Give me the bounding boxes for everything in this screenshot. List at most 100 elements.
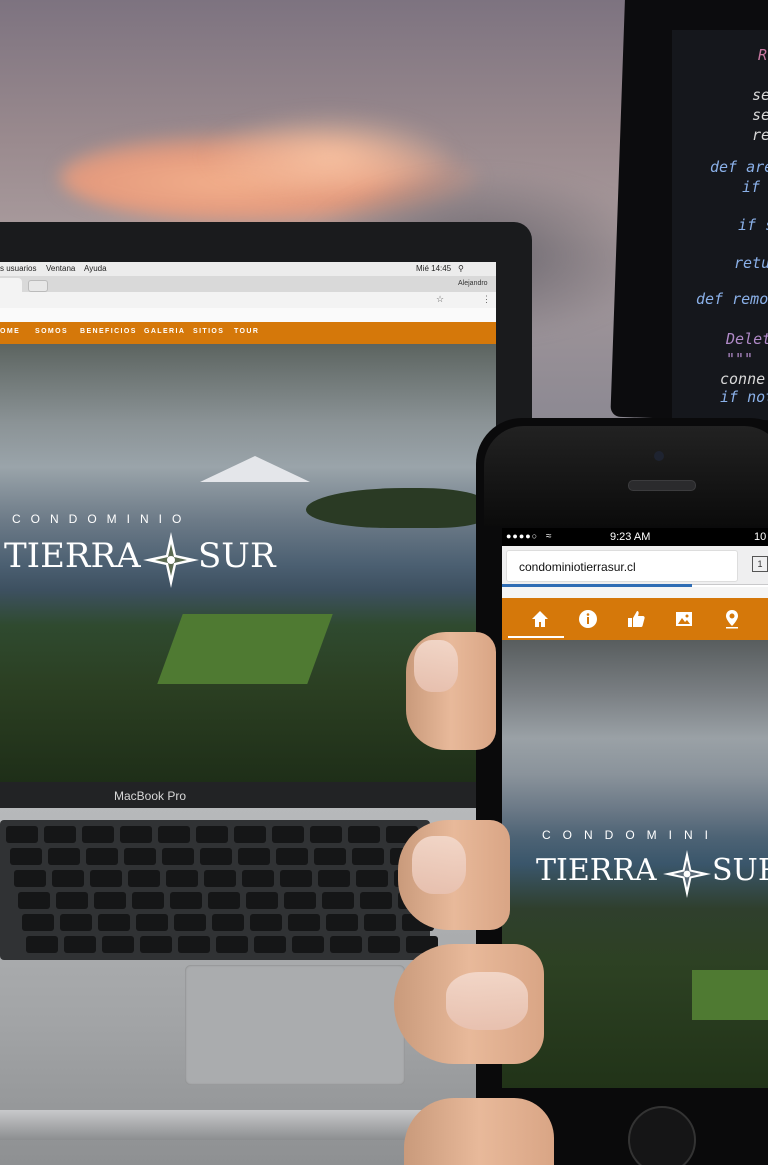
keyboard-key[interactable] bbox=[60, 914, 92, 931]
keyboard-key[interactable] bbox=[238, 848, 270, 865]
keyboard-key[interactable] bbox=[124, 848, 156, 865]
nav-sitios[interactable]: SITIOS bbox=[193, 328, 224, 335]
image-icon[interactable] bbox=[673, 608, 695, 630]
keyboard-key[interactable] bbox=[44, 826, 76, 843]
fingernail bbox=[412, 836, 466, 894]
keyboard-key[interactable] bbox=[284, 892, 316, 909]
keyboard-key[interactable] bbox=[128, 870, 160, 887]
info-icon[interactable] bbox=[577, 608, 599, 630]
finger-bottom bbox=[404, 1098, 554, 1165]
keyboard-key[interactable] bbox=[242, 870, 274, 887]
keyboard-key[interactable] bbox=[364, 914, 396, 931]
peninsula bbox=[306, 488, 486, 528]
keyboard-key[interactable] bbox=[318, 870, 350, 887]
nav-tour[interactable]: TOUR bbox=[234, 328, 259, 335]
search-icon[interactable]: ⚲ bbox=[458, 264, 464, 273]
keyboard-key[interactable] bbox=[132, 892, 164, 909]
keyboard-key[interactable] bbox=[140, 936, 172, 953]
keyboard-key[interactable] bbox=[56, 892, 88, 909]
keyboard-key[interactable] bbox=[310, 826, 342, 843]
keyboard-key[interactable] bbox=[136, 914, 168, 931]
keyboard-key[interactable] bbox=[234, 826, 266, 843]
nav-beneficios[interactable]: BENEFICIOS bbox=[80, 328, 137, 335]
thumbs-up-icon[interactable] bbox=[625, 608, 647, 630]
keyboard bbox=[0, 820, 438, 960]
status-time: 9:23 AM bbox=[610, 531, 651, 543]
keyboard-key[interactable] bbox=[216, 936, 248, 953]
phone-camera bbox=[654, 451, 664, 461]
keyboard-key[interactable] bbox=[18, 892, 50, 909]
keyboard-key[interactable] bbox=[98, 914, 130, 931]
new-tab-button[interactable] bbox=[28, 280, 48, 292]
menu-item[interactable]: Ventana bbox=[46, 264, 75, 273]
keyboard-key[interactable] bbox=[352, 848, 384, 865]
home-icon[interactable] bbox=[529, 608, 551, 630]
page-white-gap bbox=[0, 308, 496, 322]
keyboard-key[interactable] bbox=[292, 936, 324, 953]
keyboard-key[interactable] bbox=[254, 936, 286, 953]
keyboard-key[interactable] bbox=[10, 848, 42, 865]
location-pin-icon[interactable] bbox=[721, 608, 743, 630]
phone-top-bezel bbox=[484, 426, 768, 526]
keyboard-key[interactable] bbox=[212, 914, 244, 931]
keyboard-key[interactable] bbox=[204, 870, 236, 887]
browser-tab[interactable] bbox=[0, 278, 22, 292]
menu-item[interactable]: Ayuda bbox=[84, 264, 107, 273]
keyboard-key[interactable] bbox=[250, 914, 282, 931]
menu-icon[interactable]: ⋮ bbox=[482, 294, 491, 305]
keyboard-key[interactable] bbox=[102, 936, 134, 953]
keyboard-key[interactable] bbox=[272, 826, 304, 843]
keyboard-key[interactable] bbox=[52, 870, 84, 887]
nav-home[interactable]: OME bbox=[0, 328, 20, 335]
tabs-button[interactable]: 1 bbox=[752, 556, 768, 572]
keyboard-key[interactable] bbox=[86, 848, 118, 865]
keyboard-key[interactable] bbox=[330, 936, 362, 953]
keyboard-key[interactable] bbox=[208, 892, 240, 909]
address-bar[interactable]: ☆ ⋮ bbox=[0, 292, 496, 309]
phone-compass-star-icon bbox=[663, 850, 711, 898]
keyboard-key[interactable] bbox=[314, 848, 346, 865]
keyboard-key[interactable] bbox=[360, 892, 392, 909]
keyboard-key[interactable] bbox=[26, 936, 58, 953]
trackpad[interactable] bbox=[185, 965, 405, 1085]
keyboard-key[interactable] bbox=[348, 826, 380, 843]
keyboard-key[interactable] bbox=[166, 870, 198, 887]
keyboard-key[interactable] bbox=[288, 914, 320, 931]
phone-home-button[interactable] bbox=[628, 1106, 696, 1165]
keyboard-key[interactable] bbox=[178, 936, 210, 953]
brand-right: SUR bbox=[198, 536, 276, 576]
keyboard-key[interactable] bbox=[276, 848, 308, 865]
nav-galeria[interactable]: GALERIA bbox=[144, 328, 185, 335]
menu-item[interactable]: s usuarios bbox=[0, 264, 36, 273]
keyboard-key[interactable] bbox=[368, 936, 400, 953]
keyboard-key[interactable] bbox=[64, 936, 96, 953]
bookmark-star-icon[interactable]: ☆ bbox=[436, 294, 444, 305]
keyboard-key[interactable] bbox=[280, 870, 312, 887]
code-line: if not bbox=[720, 388, 768, 406]
keyboard-key[interactable] bbox=[162, 848, 194, 865]
keyboard-key[interactable] bbox=[6, 826, 38, 843]
keyboard-key[interactable] bbox=[196, 826, 228, 843]
keyboard-key[interactable] bbox=[200, 848, 232, 865]
keyboard-key[interactable] bbox=[120, 826, 152, 843]
keyboard-key[interactable] bbox=[170, 892, 202, 909]
keyboard-key[interactable] bbox=[326, 914, 358, 931]
url-field[interactable]: condominiotierrasur.cl bbox=[506, 550, 738, 582]
keyboard-key[interactable] bbox=[246, 892, 278, 909]
mac-menubar: s usuarios Ventana Ayuda Mié 14:45 ⚲ bbox=[0, 262, 496, 276]
code-line: def remov bbox=[696, 290, 768, 308]
keyboard-key[interactable] bbox=[322, 892, 354, 909]
keyboard-key[interactable] bbox=[14, 870, 46, 887]
code-line: conne bbox=[720, 370, 766, 388]
nav-somos[interactable]: SOMOS bbox=[35, 328, 68, 335]
keyboard-key[interactable] bbox=[48, 848, 80, 865]
keyboard-key[interactable] bbox=[94, 892, 126, 909]
keyboard-key[interactable] bbox=[158, 826, 190, 843]
browser-user[interactable]: Alejandro bbox=[458, 280, 488, 287]
keyboard-key[interactable] bbox=[90, 870, 122, 887]
keyboard-key[interactable] bbox=[174, 914, 206, 931]
keyboard-key[interactable] bbox=[22, 914, 54, 931]
keyboard-key[interactable] bbox=[356, 870, 388, 887]
signal-icon: ●●●●○ bbox=[506, 531, 539, 541]
keyboard-key[interactable] bbox=[82, 826, 114, 843]
